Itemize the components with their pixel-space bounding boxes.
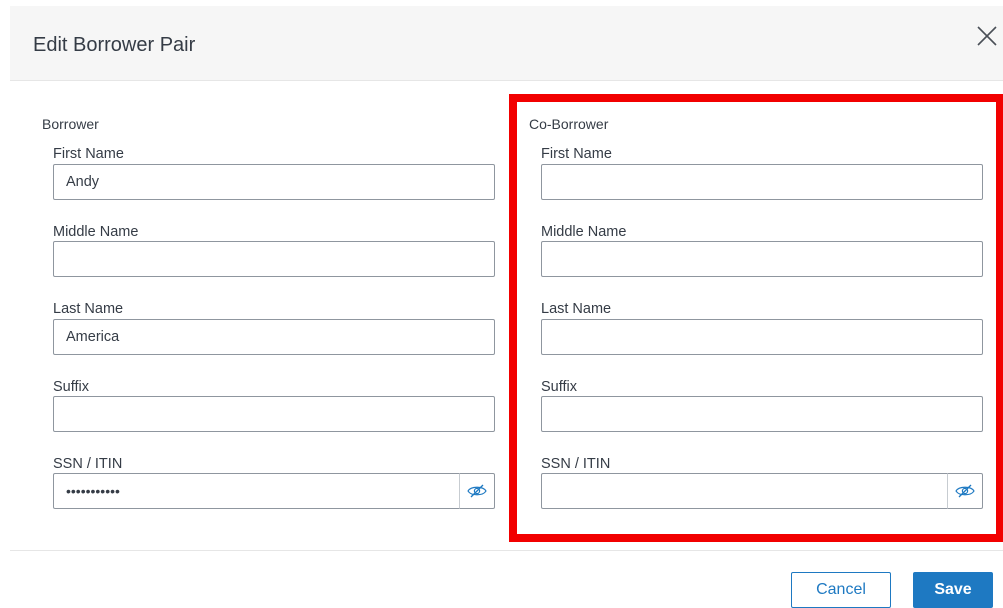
close-icon — [977, 26, 997, 46]
co-borrower-first-name-label: First Name — [541, 146, 612, 162]
co-borrower-ssn-input[interactable] — [541, 473, 948, 509]
co-borrower-middle-name-input[interactable] — [541, 241, 983, 277]
close-button[interactable] — [973, 22, 1001, 50]
borrower-section-label: Borrower — [42, 116, 99, 132]
co-borrower-ssn-label: SSN / ITIN — [541, 456, 611, 472]
borrower-suffix-label: Suffix — [53, 379, 90, 395]
co-borrower-middle-name-label: Middle Name — [541, 224, 627, 240]
co-borrower-section-label: Co-Borrower — [529, 116, 609, 132]
cancel-button[interactable]: Cancel — [791, 572, 891, 608]
borrower-middle-name-input[interactable] — [53, 241, 495, 277]
save-button[interactable]: Save — [913, 572, 993, 608]
borrower-first-name-label: First Name — [53, 146, 124, 162]
co-borrower-last-name-label: Last Name — [541, 301, 612, 317]
co-borrower-first-name-input[interactable] — [541, 164, 983, 200]
eye-slash-icon — [955, 484, 975, 498]
dialog-header: Edit Borrower Pair — [10, 6, 1003, 81]
borrower-last-name-input[interactable] — [53, 319, 495, 355]
footer-divider — [10, 550, 1003, 551]
borrower-middle-name-label: Middle Name — [53, 224, 139, 240]
borrower-last-name-label: Last Name — [53, 301, 124, 317]
co-borrower-ssn-toggle-visibility-button[interactable] — [947, 473, 983, 509]
borrower-first-name-input[interactable] — [53, 164, 495, 200]
borrower-ssn-input[interactable] — [53, 473, 460, 509]
co-borrower-last-name-input[interactable] — [541, 319, 983, 355]
co-borrower-suffix-label: Suffix — [541, 379, 578, 395]
co-borrower-suffix-input[interactable] — [541, 396, 983, 432]
borrower-suffix-input[interactable] — [53, 396, 495, 432]
eye-slash-icon — [467, 484, 487, 498]
borrower-ssn-toggle-visibility-button[interactable] — [459, 473, 495, 509]
borrower-ssn-label: SSN / ITIN — [53, 456, 123, 472]
dialog-title: Edit Borrower Pair — [33, 34, 196, 56]
